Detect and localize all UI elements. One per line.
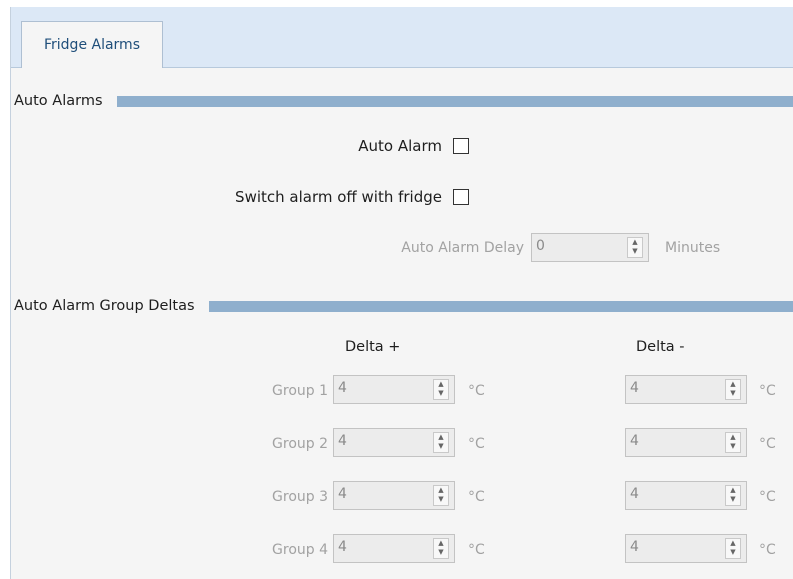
- section-divider: [208, 300, 793, 312]
- spinner-arrows-icon[interactable]: ▲ ▼: [433, 432, 449, 453]
- group-deltas-header: Auto Alarm Group Deltas: [14, 295, 793, 317]
- group-3-delta-plus-value: 4: [338, 486, 347, 502]
- delta-minus-header: Delta -: [636, 339, 685, 355]
- group-4-delta-plus-spinner[interactable]: 4 ▲ ▼: [333, 534, 455, 563]
- auto-alarm-delay-unit: Minutes: [665, 240, 721, 256]
- tab-fridge-alarms[interactable]: Fridge Alarms: [21, 21, 163, 68]
- group-4-delta-minus-value: 4: [630, 539, 639, 555]
- group-1-delta-plus-unit: °C: [468, 383, 485, 399]
- group-2-delta-plus-value: 4: [338, 433, 347, 449]
- group-3-label: Group 3: [272, 489, 328, 505]
- group-3-delta-minus-spinner[interactable]: 4 ▲ ▼: [625, 481, 747, 510]
- switch-alarm-off-label: Switch alarm off with fridge: [235, 188, 442, 206]
- group-4-label: Group 4: [272, 542, 328, 558]
- spinner-arrows-icon[interactable]: ▲ ▼: [433, 485, 449, 506]
- spinner-arrows-icon[interactable]: ▲ ▼: [725, 432, 741, 453]
- spinner-arrows-icon[interactable]: ▲ ▼: [725, 485, 741, 506]
- group-1-label: Group 1: [272, 383, 328, 399]
- group-1-delta-minus-spinner[interactable]: 4 ▲ ▼: [625, 375, 747, 404]
- group-3-delta-minus-value: 4: [630, 486, 639, 502]
- group-4-delta-plus-unit: °C: [468, 542, 485, 558]
- group-1-delta-minus-value: 4: [630, 380, 639, 396]
- group-2-delta-minus-spinner[interactable]: 4 ▲ ▼: [625, 428, 747, 457]
- tab-label: Fridge Alarms: [43, 37, 140, 53]
- group-2-delta-minus-value: 4: [630, 433, 639, 449]
- delta-plus-header: Delta +: [345, 339, 401, 355]
- group-1-delta-plus-value: 4: [338, 380, 347, 396]
- spinner-arrows-icon[interactable]: ▲ ▼: [725, 379, 741, 400]
- auto-alarm-delay-value: 0: [536, 238, 545, 254]
- group-2-delta-minus-unit: °C: [759, 436, 776, 452]
- group-2-delta-plus-spinner[interactable]: 4 ▲ ▼: [333, 428, 455, 457]
- group-3-delta-minus-unit: °C: [759, 489, 776, 505]
- auto-alarm-label: Auto Alarm: [358, 137, 442, 155]
- auto-alarms-header: Auto Alarms: [14, 90, 793, 112]
- group-4-delta-minus-unit: °C: [759, 542, 776, 558]
- tab-strip: Fridge Alarms: [11, 7, 793, 68]
- spinner-arrows-icon[interactable]: ▲ ▼: [627, 237, 643, 258]
- group-2-label: Group 2: [272, 436, 328, 452]
- spinner-arrows-icon[interactable]: ▲ ▼: [433, 538, 449, 559]
- group-deltas-title: Auto Alarm Group Deltas: [14, 298, 195, 314]
- auto-alarm-checkbox[interactable]: [453, 138, 469, 154]
- group-1-delta-minus-unit: °C: [759, 383, 776, 399]
- section-divider: [116, 95, 793, 107]
- group-3-delta-plus-spinner[interactable]: 4 ▲ ▼: [333, 481, 455, 510]
- auto-alarm-delay-spinner[interactable]: 0 ▲ ▼: [531, 233, 649, 262]
- spinner-arrows-icon[interactable]: ▲ ▼: [433, 379, 449, 400]
- group-4-delta-plus-value: 4: [338, 539, 347, 555]
- group-1-delta-plus-spinner[interactable]: 4 ▲ ▼: [333, 375, 455, 404]
- group-2-delta-plus-unit: °C: [468, 436, 485, 452]
- switch-alarm-off-checkbox[interactable]: [453, 189, 469, 205]
- group-3-delta-plus-unit: °C: [468, 489, 485, 505]
- auto-alarms-title: Auto Alarms: [14, 93, 103, 109]
- auto-alarm-delay-label: Auto Alarm Delay: [401, 240, 524, 256]
- group-4-delta-minus-spinner[interactable]: 4 ▲ ▼: [625, 534, 747, 563]
- spinner-arrows-icon[interactable]: ▲ ▼: [725, 538, 741, 559]
